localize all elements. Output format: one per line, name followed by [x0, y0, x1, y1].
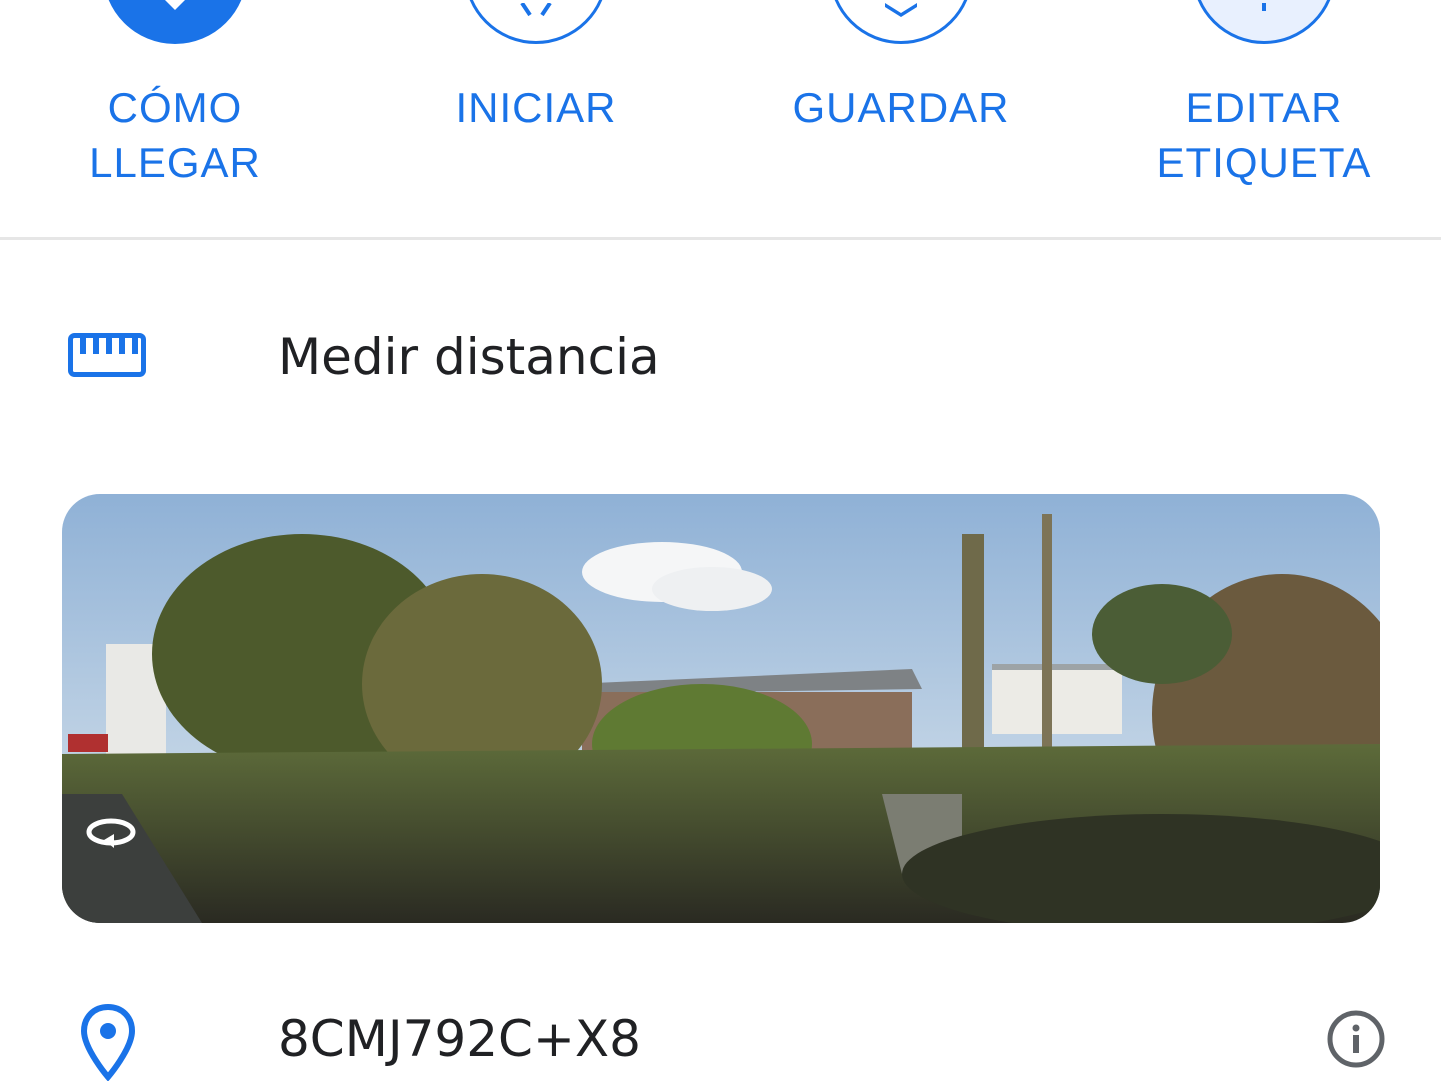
start-label: INICIAR — [455, 84, 617, 131]
edit-label-label: EDITAR ETIQUETA — [1156, 84, 1372, 186]
directions-icon — [103, 0, 247, 44]
plus-code-row[interactable]: 8CMJ792C+X8 — [0, 995, 1441, 1081]
directions-label: CÓMO LLEGAR — [89, 84, 261, 186]
info-icon[interactable] — [1326, 1009, 1386, 1069]
bookmark-icon — [829, 0, 973, 44]
street-view-thumbnail[interactable] — [62, 494, 1380, 923]
navigation-start-icon — [464, 0, 608, 44]
action-buttons-row: CÓMO LLEGAR INICIAR GUARDAR EDITAR ETIQU… — [0, 0, 1441, 238]
save-label: GUARDAR — [792, 84, 1010, 131]
section-divider — [0, 237, 1441, 240]
plus-code-label: 8CMJ792C+X8 — [278, 1010, 641, 1068]
street-view-image — [62, 494, 1380, 923]
ruler-icon — [68, 333, 146, 377]
measure-distance-label: Medir distancia — [278, 328, 660, 386]
label-icon — [1192, 0, 1336, 44]
location-pin-icon — [80, 1003, 136, 1081]
rotate-360-icon — [86, 818, 136, 848]
measure-distance-row[interactable]: Medir distancia — [0, 300, 1441, 420]
